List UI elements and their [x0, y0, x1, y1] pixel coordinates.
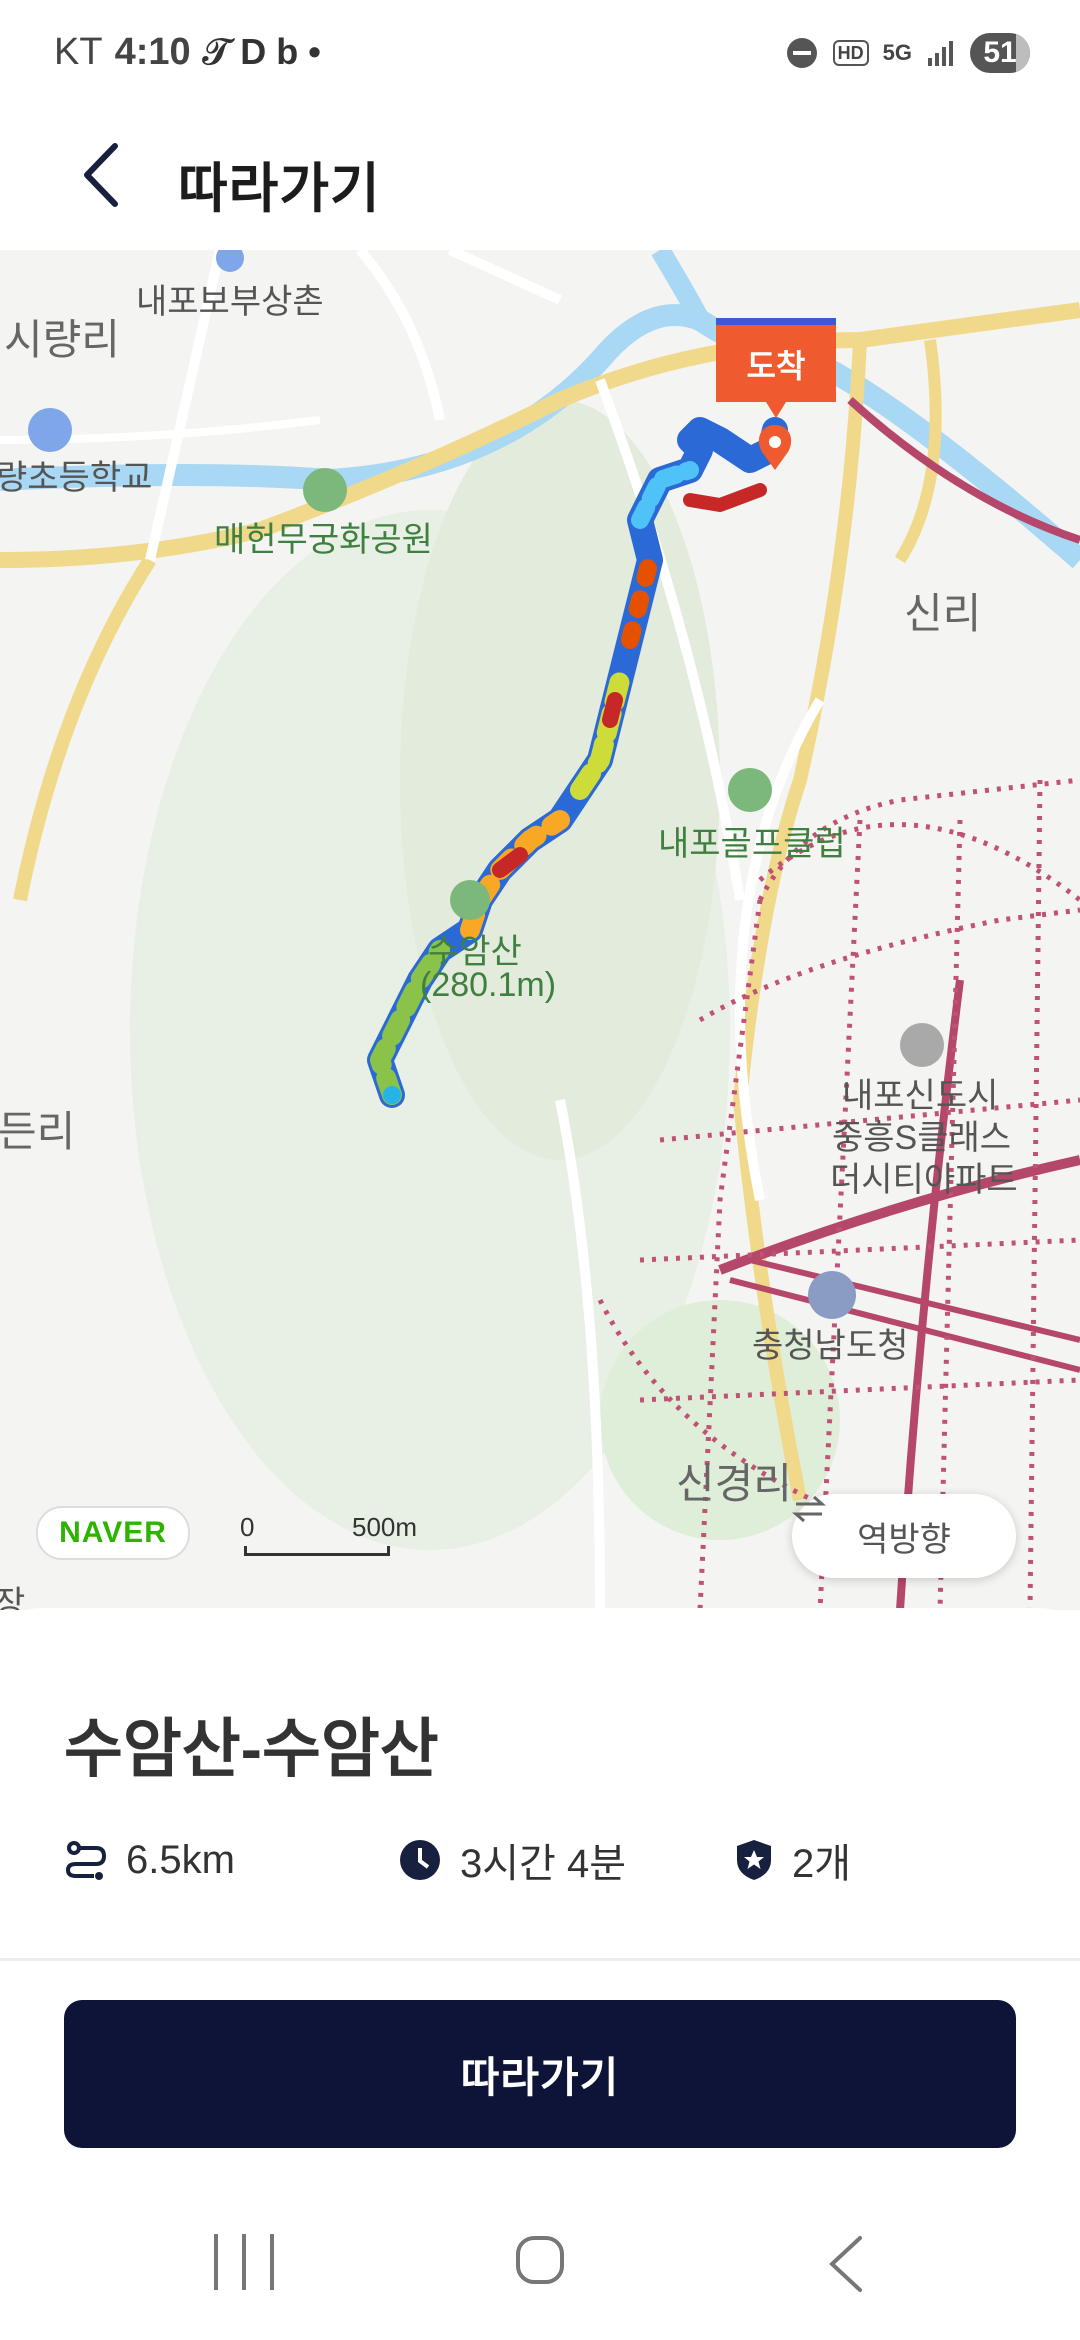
label-elementary-school: 량초등학교	[0, 459, 153, 497]
status-right: HD 5G 51	[785, 28, 1030, 78]
label-maehun-park: 매헌무궁화공원	[214, 521, 433, 559]
recent-apps-icon[interactable]	[214, 2234, 274, 2290]
label-suam-elevation: (280.1m)	[420, 966, 557, 1004]
route-title: 수암산-수암산	[64, 1713, 439, 1785]
system-nav-bar	[0, 2200, 1080, 2340]
label-singyeong-ri: 신경리	[676, 1460, 792, 1507]
arrival-label: 도착	[746, 347, 806, 384]
battery-icon: 51	[970, 33, 1030, 73]
network-5g-icon: 5G	[882, 40, 912, 65]
distance-stat: 6.5km	[64, 1826, 235, 1894]
duration-value: 3시간 4분	[460, 1842, 627, 1886]
shield-star-icon	[737, 1840, 771, 1880]
arrival-flag: 도착	[716, 318, 836, 418]
route-map[interactable]: 내포보부상촌 시량리 량초등학교 매헌무궁화공원 신리 내포골프클럽 수암산 (…	[0, 250, 1080, 1610]
notification-icons: 𝒯 D b •	[202, 30, 321, 72]
status-bar: KT 4:10 𝒯 D b • HD 5G 51	[0, 0, 1080, 104]
scale-start: 0	[240, 1512, 255, 1542]
badge-stat: 2개	[734, 1826, 851, 1894]
home-icon[interactable]	[516, 2236, 564, 2284]
clock-time: 4:10	[114, 30, 191, 73]
scale-bar	[244, 1546, 390, 1556]
chevron-left-icon	[84, 143, 118, 207]
duration-stat: 3시간 4분	[398, 1826, 626, 1894]
scale-end: 500m	[352, 1512, 418, 1542]
hd-voice-icon: HD	[832, 40, 869, 66]
route-icon	[65, 1841, 107, 1880]
do-not-disturb-icon	[786, 38, 817, 68]
status-left: KT 4:10 𝒯 D b •	[54, 26, 321, 78]
back-button[interactable]	[66, 140, 136, 210]
route-stats: 6.5km 3시간 4분 2개	[64, 1826, 1064, 1894]
map-scale: 0 500m	[240, 1512, 417, 1556]
label-naepo-bosangchon: 내포보부상촌	[136, 283, 324, 321]
distance-value: 6.5km	[126, 1837, 235, 1882]
back-icon[interactable]	[826, 2234, 866, 2294]
clock-icon	[400, 1840, 440, 1880]
label-apartment-line3: 더시티아파트	[830, 1161, 1018, 1199]
label-left-ri: 든리	[0, 1108, 76, 1155]
map-canvas	[0, 250, 1080, 1610]
follow-button[interactable]: 따라가기	[64, 2000, 1016, 2148]
naver-logo: NAVER	[36, 1506, 190, 1560]
app-bar: 따라가기	[0, 104, 1080, 250]
reverse-direction-label: 역방향	[857, 1520, 951, 1559]
reverse-direction-button[interactable]: 역방향	[792, 1494, 1016, 1578]
carrier: KT	[54, 30, 103, 73]
label-sin-ri: 신리	[904, 590, 982, 637]
label-siryang-ri: 시량리	[4, 316, 120, 363]
label-left-bottom: 장	[0, 1585, 26, 1610]
badge-count: 2개	[792, 1842, 852, 1886]
swap-arrows-icon	[792, 1495, 826, 1523]
signal-icon	[928, 41, 953, 66]
label-golf-club: 내포골프클럽	[658, 825, 846, 863]
follow-button-label: 따라가기	[460, 2053, 620, 2101]
page-title: 따라가기	[178, 159, 381, 219]
divider	[0, 1958, 1080, 1961]
label-provincial-office: 충청남도청	[752, 1327, 909, 1365]
